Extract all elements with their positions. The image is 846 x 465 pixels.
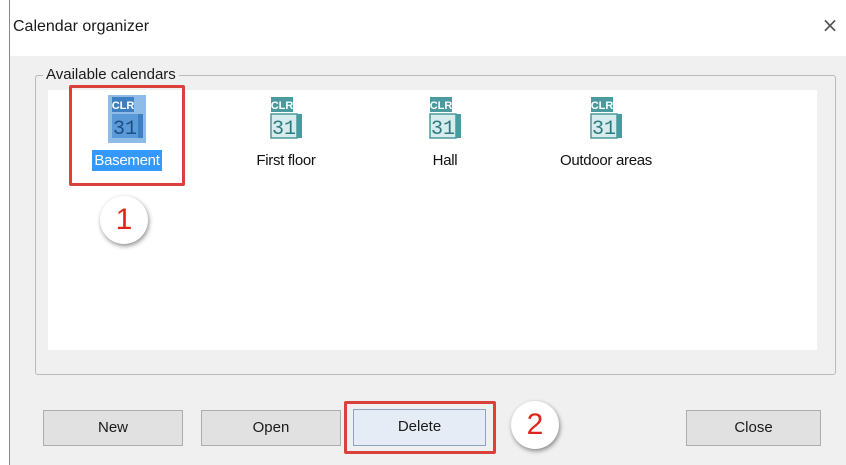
highlight-box-step2 <box>344 401 496 454</box>
window-title: Calendar organizer <box>13 18 150 35</box>
calendar-label: Outdoor areas <box>560 152 652 169</box>
highlight-box-step1 <box>69 85 185 186</box>
svg-text:CLR: CLR <box>591 100 614 112</box>
step-badge-1: 1 <box>100 196 148 244</box>
calendar-icon: CLR 31 <box>590 97 622 141</box>
open-button[interactable]: Open <box>201 410 341 446</box>
group-legend: Available calendars <box>43 66 179 83</box>
calendar-item-first-floor[interactable]: CLR 31 First floor <box>221 90 351 190</box>
close-icon[interactable]: × <box>819 14 841 36</box>
svg-text:CLR: CLR <box>430 100 453 112</box>
calendar-icon: CLR 31 <box>270 97 302 141</box>
calendar-label: Hall <box>432 152 458 169</box>
svg-text:31: 31 <box>431 118 455 141</box>
svg-text:CLR: CLR <box>271 100 294 112</box>
svg-text:31: 31 <box>272 118 296 141</box>
svg-text:31: 31 <box>592 118 616 141</box>
calendar-item-hall[interactable]: CLR 31 Hall <box>380 90 510 190</box>
calendar-item-outdoor-areas[interactable]: CLR 31 Outdoor areas <box>541 90 671 190</box>
step-badge-2: 2 <box>511 401 559 449</box>
calendar-label: First floor <box>256 152 316 169</box>
new-button[interactable]: New <box>43 410 183 446</box>
close-button[interactable]: Close <box>686 410 821 446</box>
calendar-icon: CLR 31 <box>429 97 461 141</box>
title-bar: Calendar organizer × <box>10 0 846 56</box>
